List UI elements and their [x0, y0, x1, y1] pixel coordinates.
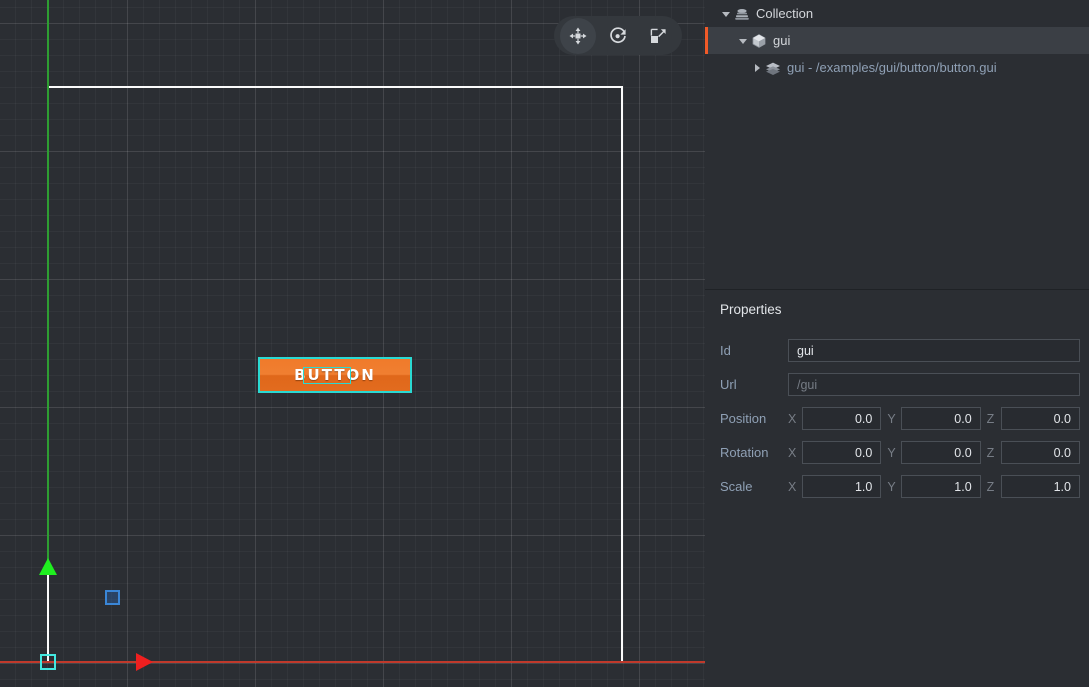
axis-letter-z: Z — [987, 412, 1001, 426]
scale-z-field[interactable]: 1.0 — [1001, 475, 1080, 498]
property-row-position: Position X 0.0 Y 0.0 Z 0.0 — [720, 407, 1080, 430]
axis-letter-y: Y — [887, 412, 901, 426]
tree-label-gui-object: gui — [773, 33, 790, 48]
move-tool-button[interactable] — [560, 18, 596, 54]
chevron-down-icon[interactable] — [736, 34, 750, 48]
axis-letter-y: Y — [887, 446, 901, 460]
scale-x-field[interactable]: 1.0 — [802, 475, 881, 498]
axis-letter-x: X — [788, 480, 802, 494]
axis-letter-y: Y — [887, 480, 901, 494]
tree-label-gui-component: gui - /examples/gui/button/button.gui — [787, 60, 997, 75]
position-x-field[interactable]: 0.0 — [802, 407, 881, 430]
axis-letter-x: X — [788, 412, 802, 426]
tree-row-gui-object[interactable]: gui — [705, 27, 1089, 54]
scale-icon — [648, 26, 668, 46]
x-axis-line — [0, 661, 705, 663]
viewport-toolbar — [554, 16, 682, 55]
text-node-selection-box — [303, 367, 351, 384]
rotation-z-field[interactable]: 0.0 — [1001, 441, 1080, 464]
property-label-url: Url — [720, 377, 788, 392]
chevron-down-icon[interactable] — [719, 7, 733, 21]
property-row-rotation: Rotation X 0.0 Y 0.0 Z 0.0 — [720, 441, 1080, 464]
tree-row-gui-component[interactable]: gui - /examples/gui/button/button.gui — [705, 54, 1089, 81]
axis-letter-z: Z — [987, 446, 1001, 460]
outline-tree[interactable]: Collection gui — [705, 0, 1089, 289]
properties-title: Properties — [720, 302, 1080, 317]
property-row-scale: Scale X 1.0 Y 1.0 Z 1.0 — [720, 475, 1080, 498]
position-y-field[interactable]: 0.0 — [901, 407, 980, 430]
game-object-icon — [750, 32, 768, 50]
gui-button-node[interactable]: BUTTON — [259, 358, 411, 392]
right-panel: Collection gui — [705, 0, 1089, 687]
chevron-right-icon[interactable] — [750, 61, 764, 75]
tree-row-collection[interactable]: Collection — [705, 0, 1089, 27]
rotation-vector3: X 0.0 Y 0.0 Z 0.0 — [788, 441, 1080, 464]
properties-panel: Properties Id gui Url /gui Position X 0.… — [705, 290, 1089, 687]
id-field[interactable]: gui — [788, 339, 1080, 362]
rotation-y-field[interactable]: 0.0 — [901, 441, 980, 464]
rotate-tool-button[interactable] — [600, 18, 636, 54]
rotate-icon — [608, 26, 628, 46]
scale-y-field[interactable]: 1.0 — [901, 475, 980, 498]
editor-window: BUTTON — [0, 0, 1089, 687]
property-row-url: Url /gui — [720, 373, 1080, 396]
property-label-rotation: Rotation — [720, 445, 788, 460]
rotation-x-field[interactable]: 0.0 — [802, 441, 881, 464]
scale-vector3: X 1.0 Y 1.0 Z 1.0 — [788, 475, 1080, 498]
position-z-field[interactable]: 0.0 — [1001, 407, 1080, 430]
collection-icon — [733, 5, 751, 23]
move-icon — [568, 26, 588, 46]
scale-tool-button[interactable] — [640, 18, 676, 54]
property-row-id: Id gui — [720, 339, 1080, 362]
property-label-scale: Scale — [720, 479, 788, 494]
axis-letter-x: X — [788, 446, 802, 460]
position-vector3: X 0.0 Y 0.0 Z 0.0 — [788, 407, 1080, 430]
tree-label-collection: Collection — [756, 6, 813, 21]
scene-viewport[interactable]: BUTTON — [0, 0, 705, 687]
gui-component-icon — [764, 59, 782, 77]
url-field[interactable]: /gui — [788, 373, 1080, 396]
property-label-id: Id — [720, 343, 788, 358]
y-axis-line — [47, 0, 49, 568]
property-label-position: Position — [720, 411, 788, 426]
axis-letter-z: Z — [987, 480, 1001, 494]
